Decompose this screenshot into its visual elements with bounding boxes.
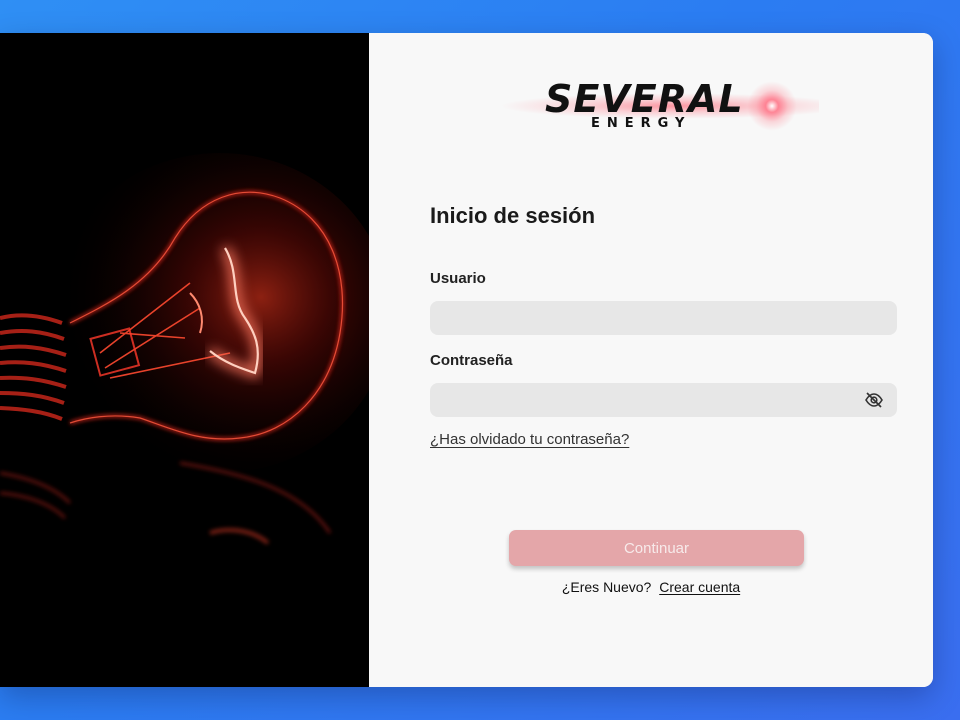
brand-subtitle: ENERGY: [591, 116, 692, 131]
logo-spark-icon: [747, 81, 797, 131]
password-label: Contraseña: [430, 352, 513, 369]
lightbulb-illustration: [0, 33, 369, 687]
page-title: Inicio de sesión: [430, 203, 596, 228]
continue-button[interactable]: Continuar: [509, 530, 804, 566]
login-window: SEVERAL ENERGY Inicio de sesión Usuario …: [0, 33, 933, 687]
create-account-row: ¿Eres Nuevo? Crear cuenta: [369, 579, 933, 595]
username-input[interactable]: [430, 301, 897, 335]
new-user-prompt: ¿Eres Nuevo?: [561, 579, 652, 595]
username-label: Usuario: [430, 270, 486, 287]
login-panel: SEVERAL ENERGY Inicio de sesión Usuario …: [369, 33, 933, 687]
create-account-link[interactable]: Crear cuenta: [659, 579, 740, 595]
password-input[interactable]: [430, 383, 897, 417]
brand-name: SEVERAL: [545, 77, 744, 121]
forgot-password-link[interactable]: ¿Has olvidado tu contraseña?: [430, 431, 629, 448]
eye-off-icon[interactable]: [864, 391, 884, 409]
lightbulb-hero-image: [0, 33, 369, 687]
brand-logo: SEVERAL ENERGY: [499, 71, 819, 141]
